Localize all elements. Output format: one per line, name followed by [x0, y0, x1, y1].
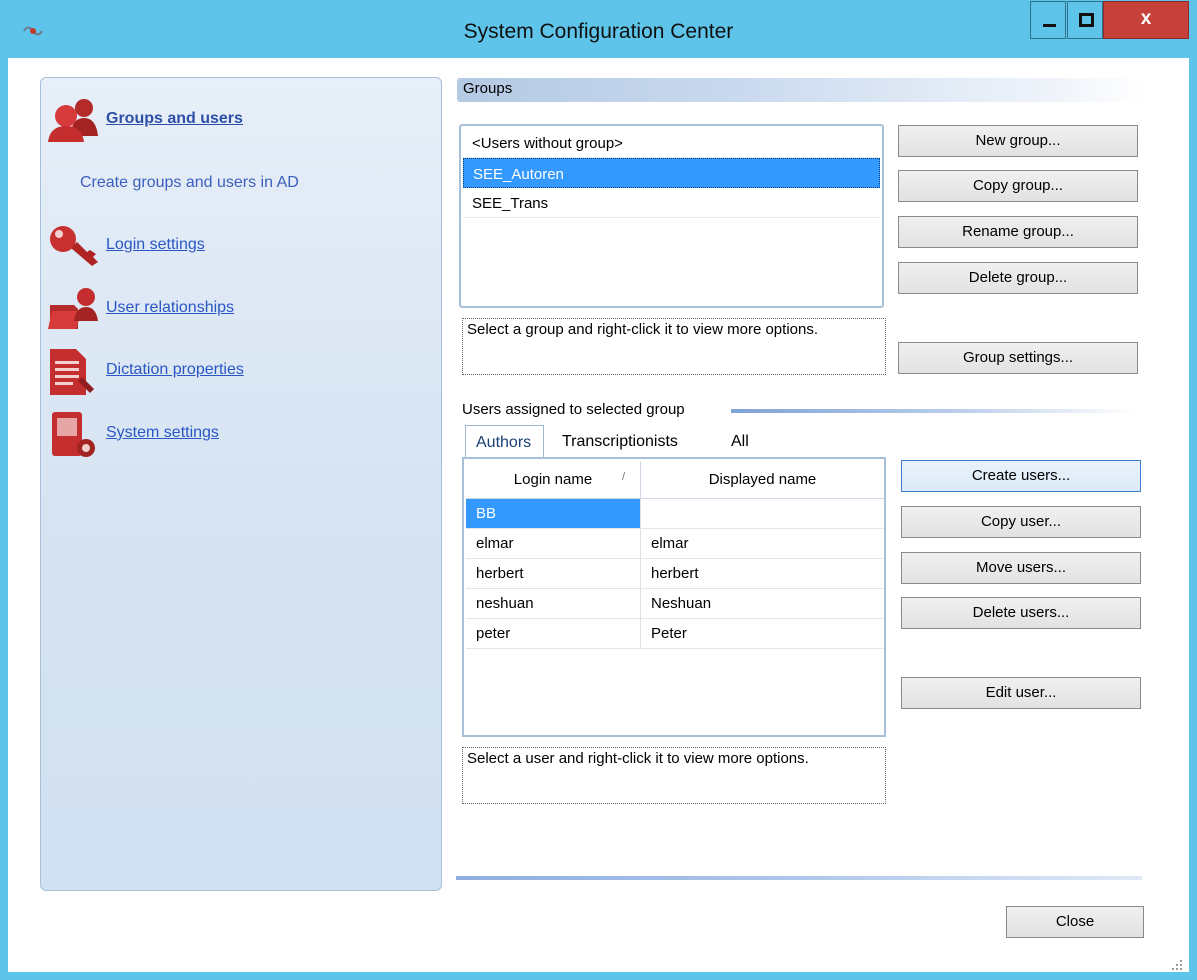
nav-item-login-settings[interactable]: Login settings — [46, 222, 426, 272]
column-header-login-name[interactable]: Login name / — [466, 461, 641, 498]
table-row[interactable]: herbert herbert — [466, 559, 884, 589]
groups-list[interactable]: <Users without group> SEE_Autoren SEE_Tr… — [459, 124, 884, 308]
table-row[interactable]: elmar elmar — [466, 529, 884, 559]
displayed-name-cell: Peter — [651, 625, 687, 642]
nav-link-login-settings[interactable]: Login settings — [106, 236, 205, 254]
groups-section-title: Groups — [463, 80, 513, 97]
group-list-item-label: SEE_Autoren — [473, 166, 564, 183]
tab-authors[interactable]: Authors — [465, 425, 544, 459]
close-icon: x — [1140, 8, 1152, 29]
delete-users-button[interactable]: Delete users... — [901, 597, 1141, 629]
dictation-document-icon — [50, 349, 94, 395]
window-title: System Configuration Center — [463, 20, 734, 43]
copy-user-button[interactable]: Copy user... — [901, 506, 1141, 538]
nav-link-groups-and-users[interactable]: Groups and users — [106, 110, 243, 128]
nav-link-user-relationships[interactable]: User relationships — [106, 299, 234, 317]
nav-item-user-relationships[interactable]: User relationships — [46, 285, 426, 335]
group-list-item-label: <Users without group> — [472, 135, 623, 152]
minimize-icon — [1043, 24, 1056, 27]
title-bar[interactable]: System Configuration Center x — [0, 0, 1197, 64]
groups-hint-text: Select a group and right-click it to vie… — [467, 321, 818, 338]
close-window-button[interactable]: x — [1103, 1, 1189, 39]
window: System Configuration Center x Groups and… — [0, 0, 1197, 980]
nav-item-groups-and-users[interactable]: Groups and users — [46, 96, 426, 146]
login-name-cell: peter — [466, 619, 641, 648]
table-row[interactable]: neshuan Neshuan — [466, 589, 884, 619]
column-header-login-name-label: Login name — [513, 471, 593, 488]
login-name-cell: elmar — [466, 529, 641, 558]
column-header-displayed-name[interactable]: Displayed name — [641, 461, 884, 498]
users-hint-text: Select a user and right-click it to view… — [467, 750, 809, 767]
edit-user-button[interactable]: Edit user... — [901, 677, 1141, 709]
column-header-displayed-name-label: Displayed name — [708, 471, 817, 488]
navigation-panel — [40, 77, 442, 891]
bottom-divider — [456, 876, 1142, 880]
login-name-cell: herbert — [466, 559, 641, 588]
move-users-button[interactable]: Move users... — [901, 552, 1141, 584]
user-relationships-icon — [48, 288, 98, 329]
table-row[interactable]: peter Peter — [466, 619, 884, 649]
login-name-cell: neshuan — [466, 589, 641, 618]
displayed-name-cell: Neshuan — [651, 595, 712, 612]
tab-transcriptionists[interactable]: Transcriptionists — [552, 425, 702, 459]
nav-description: Create groups and users in AD — [80, 174, 299, 191]
users-hint: Select a user and right-click it to view… — [462, 747, 886, 804]
displayed-name-cell: herbert — [651, 565, 699, 582]
nav-link-system-settings[interactable]: System settings — [106, 424, 219, 442]
table-row[interactable]: BB — [466, 499, 884, 529]
tab-all[interactable]: All — [721, 425, 761, 459]
nav-item-system-settings[interactable]: System settings — [46, 410, 426, 460]
group-list-item-selected[interactable]: SEE_Autoren — [463, 158, 880, 188]
group-list-item[interactable]: SEE_Trans — [463, 188, 880, 218]
group-list-item-label: SEE_Trans — [472, 195, 549, 212]
users-section-divider — [731, 409, 1136, 413]
close-button[interactable]: Close — [1006, 906, 1144, 938]
copy-group-button[interactable]: Copy group... — [898, 170, 1138, 202]
groups-section-header: Groups — [457, 78, 1147, 102]
rename-group-button[interactable]: Rename group... — [898, 216, 1138, 248]
users-table[interactable]: Login name / Displayed name BB elmar elm… — [462, 457, 886, 737]
maximize-button[interactable] — [1067, 1, 1103, 39]
groups-hint: Select a group and right-click it to vie… — [462, 318, 886, 375]
key-icon — [50, 226, 98, 266]
tab-authors-label: Authors — [476, 434, 532, 451]
sort-indicator-icon: / — [622, 471, 626, 483]
tab-transcriptionists-label: Transcriptionists — [562, 433, 678, 450]
resize-grip-icon[interactable] — [1170, 958, 1184, 972]
system-settings-icon — [52, 412, 95, 457]
login-name-cell: BB — [466, 499, 641, 528]
nav-link-dictation-properties[interactable]: Dictation properties — [106, 361, 244, 379]
users-section-label: Users assigned to selected group — [462, 401, 685, 418]
create-users-button[interactable]: Create users... — [901, 460, 1141, 492]
users-table-header: Login name / Displayed name — [466, 461, 884, 499]
minimize-button[interactable] — [1030, 1, 1066, 39]
displayed-name-cell — [641, 499, 884, 528]
group-users-icon — [48, 99, 98, 142]
displayed-name-cell: elmar — [651, 535, 689, 552]
group-settings-button[interactable]: Group settings... — [898, 342, 1138, 374]
nav-item-dictation-properties[interactable]: Dictation properties — [46, 347, 426, 397]
maximize-icon — [1079, 13, 1094, 27]
group-list-item[interactable]: <Users without group> — [463, 128, 880, 158]
delete-group-button[interactable]: Delete group... — [898, 262, 1138, 294]
new-group-button[interactable]: New group... — [898, 125, 1138, 157]
tab-all-label: All — [731, 433, 749, 450]
